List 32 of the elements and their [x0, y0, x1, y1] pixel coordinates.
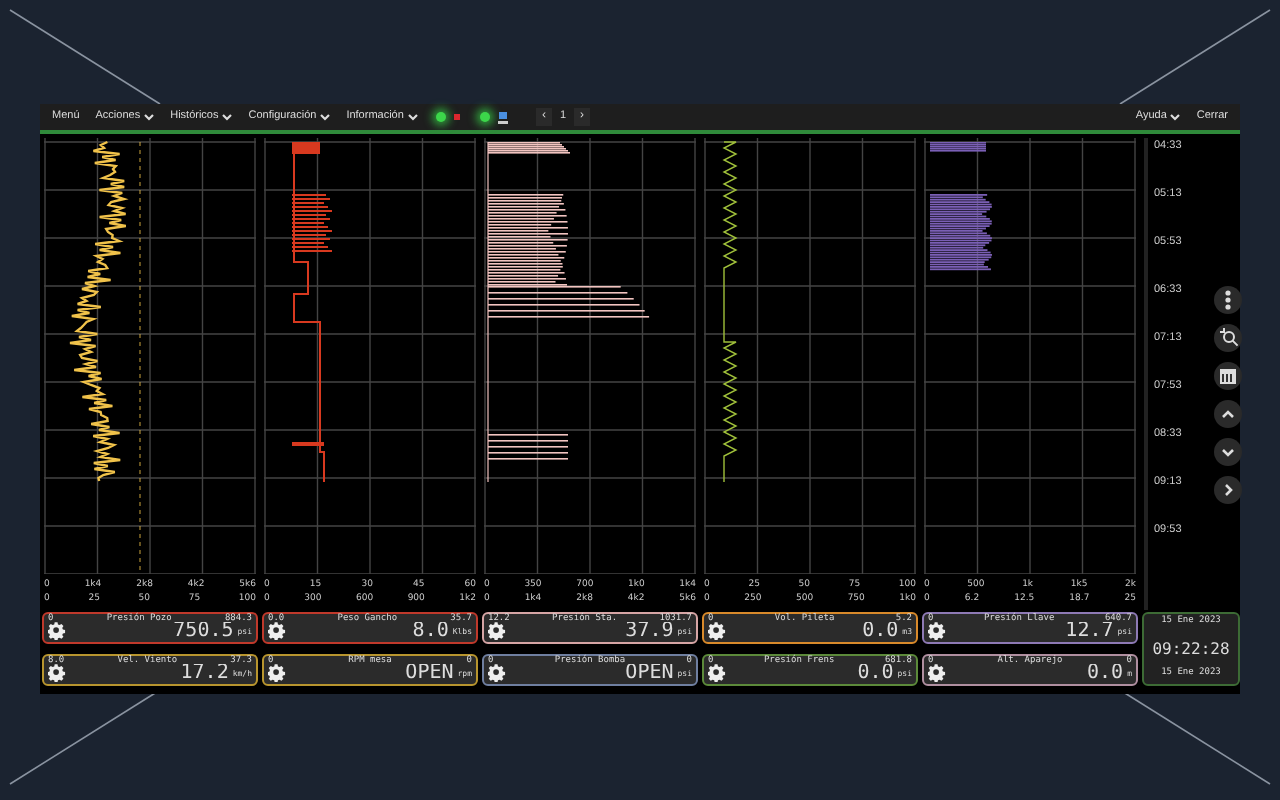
- device-icon: [497, 111, 508, 123]
- settings-icon: [48, 664, 66, 682]
- scroll-up-button[interactable]: [1214, 400, 1242, 428]
- settings-button[interactable]: [48, 622, 66, 640]
- more-button[interactable]: [1214, 286, 1242, 314]
- clock-time: 09:22:28: [1152, 637, 1230, 661]
- settings-icon: [708, 664, 726, 682]
- settings-icon: [268, 664, 286, 682]
- settings-button[interactable]: [488, 622, 506, 640]
- settings-icon: [928, 664, 946, 682]
- scroll-down-button[interactable]: [1214, 438, 1242, 466]
- settings-button[interactable]: [708, 664, 726, 682]
- zoom-reset-icon: [1216, 326, 1240, 350]
- settings-icon: [268, 622, 286, 640]
- settings-button[interactable]: [48, 664, 66, 682]
- settings-button[interactable]: [268, 664, 286, 682]
- calendar-button[interactable]: [1214, 362, 1242, 390]
- settings-button[interactable]: [708, 622, 726, 640]
- settings-button[interactable]: [928, 622, 946, 640]
- settings-icon: [488, 622, 506, 640]
- trace-line: [930, 142, 992, 271]
- next-button[interactable]: [1214, 476, 1242, 504]
- settings-icon: [928, 622, 946, 640]
- zoom-reset-button[interactable]: [1214, 324, 1242, 352]
- settings-icon: [708, 622, 726, 640]
- settings-button[interactable]: [928, 664, 946, 682]
- settings-button[interactable]: [268, 622, 286, 640]
- alarm-icon: [453, 114, 460, 120]
- settings-button[interactable]: [488, 664, 506, 682]
- settings-icon: [488, 664, 506, 682]
- calendar-icon: [1216, 364, 1240, 388]
- settings-icon: [48, 622, 66, 640]
